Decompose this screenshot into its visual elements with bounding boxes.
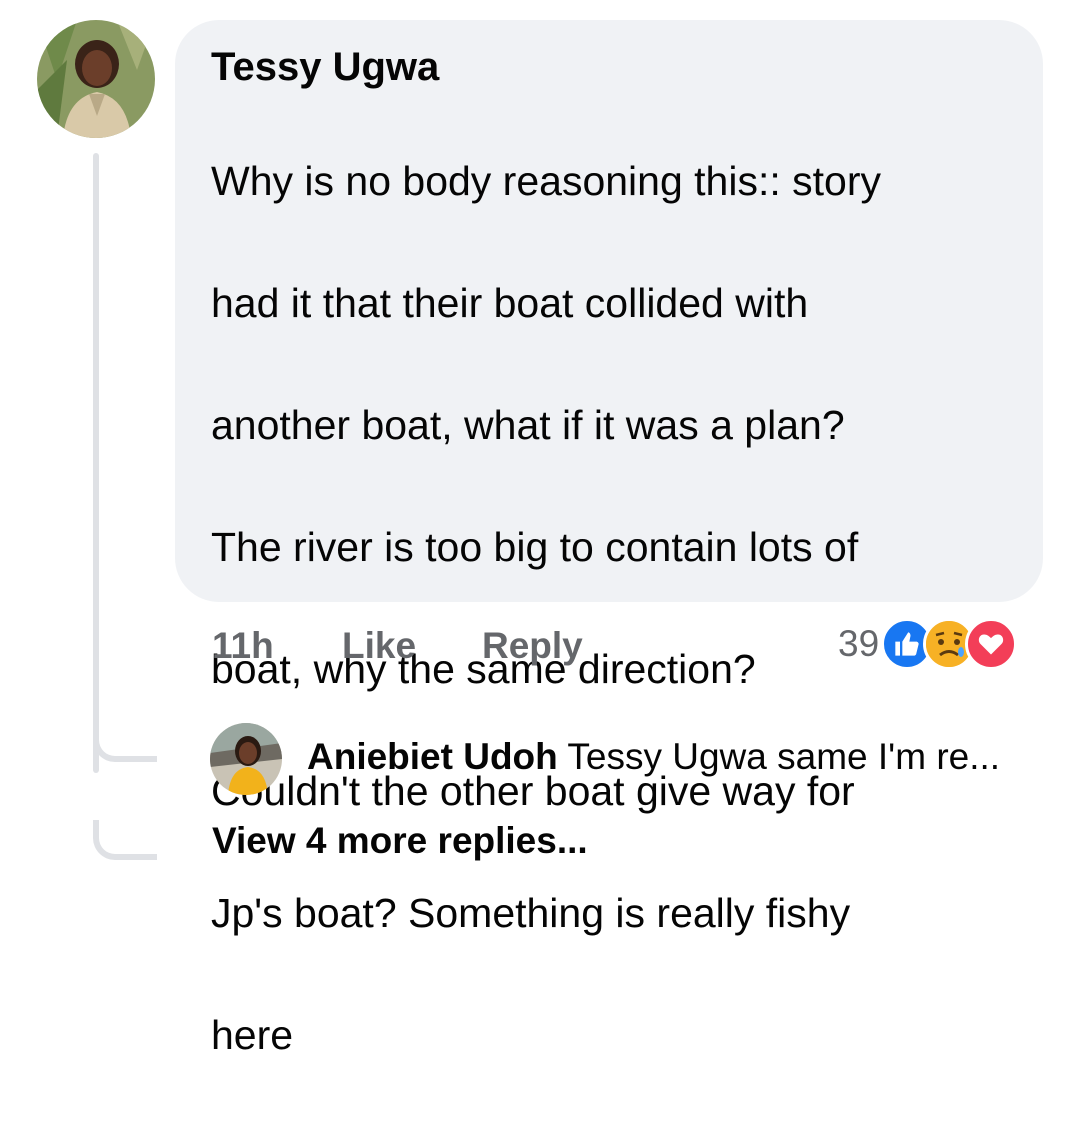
comment-text-line: Why is no body reasoning this:: story (211, 158, 881, 204)
comment-text-line: The river is too big to contain lots of (211, 524, 859, 570)
reply-button[interactable]: Reply (482, 625, 583, 667)
like-button[interactable]: Like (342, 625, 416, 667)
avatar[interactable] (37, 20, 155, 138)
thread-line (93, 153, 99, 773)
reactions-summary[interactable]: 39 (838, 618, 1018, 670)
reply-preview[interactable]: Aniebiet Udoh Tessy Ugwa same I'm re... (307, 736, 1000, 778)
love-icon (965, 618, 1018, 670)
reply-branch-line (93, 722, 157, 762)
comment-text-line: another boat, what if it was a plan? (211, 402, 845, 448)
commenter-photo (37, 20, 155, 138)
reply-avatar[interactable] (210, 723, 282, 795)
reply-author-photo (210, 723, 282, 795)
comment-text-line: had it that their boat collided with (211, 280, 809, 326)
reply-text: Tessy Ugwa same I'm re... (567, 736, 1001, 777)
comment-text-line: here (211, 1012, 294, 1058)
view-more-branch-line (93, 820, 157, 860)
reaction-count: 39 (838, 623, 880, 664)
comment-bubble: Tessy Ugwa Why is no body reasoning this… (175, 20, 1043, 1058)
view-more-replies-link[interactable]: View 4 more replies... (212, 820, 588, 862)
comment-text: Why is no body reasoning this:: story ha… (211, 90, 1007, 1127)
comment-timestamp[interactable]: 11h (212, 625, 274, 667)
reply-author[interactable]: Aniebiet Udoh (307, 736, 558, 777)
comment-author[interactable]: Tessy Ugwa (211, 44, 1007, 90)
comment-text-line: Jp's boat? Something is really fishy (211, 890, 851, 936)
